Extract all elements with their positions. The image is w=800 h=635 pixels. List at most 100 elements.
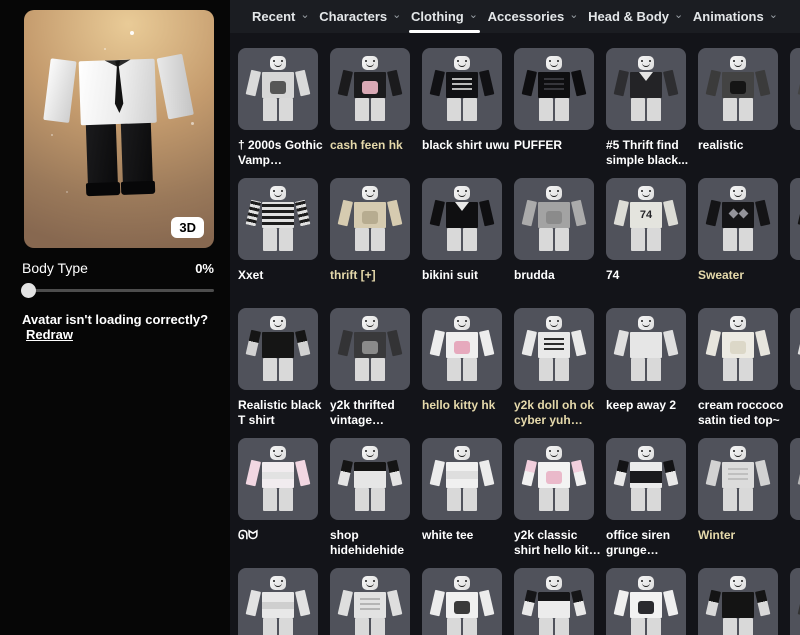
thumb-head: [638, 576, 654, 590]
thumb-graphic: [638, 600, 654, 614]
avatar-right-arm: [156, 53, 194, 120]
avatar-tie: [112, 61, 126, 113]
avatar-left-arm: [43, 58, 77, 123]
item-card[interactable]: hello kitty hk: [422, 308, 514, 432]
item-card[interactable]: PUFFER: [514, 48, 606, 172]
thumb-right-arm: [755, 329, 771, 357]
item-card[interactable]: y2k doll oh ok cyber yuh 200...: [514, 308, 606, 432]
chevron-down-icon: ⌄: [468, 9, 478, 21]
item-card[interactable]: [790, 438, 800, 562]
thumb-right-arm: [755, 199, 771, 227]
item-label: #5 Thrift find simple black...: [606, 138, 689, 167]
item-card[interactable]: shop hidehidehide: [330, 438, 422, 562]
thumb-left-arm: [613, 589, 629, 617]
item-thumbnail: [606, 308, 686, 390]
thumb-head: [454, 316, 470, 330]
thumb-right-leg: [739, 618, 753, 635]
item-card[interactable]: y2k classic shirt hello kitty pink: [514, 438, 606, 562]
thumb-left-leg: [355, 618, 369, 635]
tab-characters[interactable]: Characters ⌄: [317, 0, 403, 33]
slider-track[interactable]: [22, 289, 214, 292]
item-card[interactable]: office siren grunge 2000's...: [606, 438, 698, 562]
thumb-right-arm: [663, 589, 679, 617]
redraw-link[interactable]: Redraw: [26, 327, 73, 342]
item-card[interactable]: y2k thrifted vintage realism...: [330, 308, 422, 432]
thumb-left-leg: [447, 228, 461, 251]
item-card[interactable]: cream roccoco satin tied top~: [698, 308, 790, 432]
thumb-right-leg: [647, 618, 661, 635]
tab-animations[interactable]: Animations ⌄: [691, 0, 780, 33]
item-card[interactable]: [790, 308, 800, 432]
item-label: Xxet: [238, 268, 264, 282]
avatar-thumbnail: [698, 48, 778, 130]
thumb-left-leg: [723, 618, 737, 635]
thumb-print: [359, 597, 381, 611]
item-card[interactable]: [790, 568, 800, 635]
thumb-band: [262, 472, 294, 479]
tab-recent[interactable]: Recent ⌄: [250, 0, 312, 33]
item-card[interactable]: Xxet: [238, 178, 330, 302]
thumb-torso: [630, 72, 662, 98]
thumb-left-arm: [705, 199, 721, 227]
tab-accessories[interactable]: Accessories ⌄: [486, 0, 581, 33]
item-thumbnail: [790, 48, 800, 130]
thumb-left-arm: [521, 329, 537, 357]
item-card[interactable]: [698, 568, 790, 635]
item-card[interactable]: [790, 178, 800, 302]
item-card[interactable]: black shirt uwu: [422, 48, 514, 172]
item-card[interactable]: realistic: [698, 48, 790, 172]
tab-label: Accessories: [487, 9, 565, 24]
item-card[interactable]: [514, 568, 606, 635]
item-thumbnail: [422, 308, 502, 390]
avatar-thumbnail: [514, 568, 594, 635]
item-card[interactable]: Sweater: [698, 178, 790, 302]
slider-thumb[interactable]: [21, 283, 36, 298]
item-card[interactable]: brudda: [514, 178, 606, 302]
thumb-head: [362, 56, 378, 70]
item-card[interactable]: Realistic black T shirt: [238, 308, 330, 432]
item-thumbnail: [790, 438, 800, 520]
item-card[interactable]: [238, 568, 330, 635]
thumb-right-leg: [371, 98, 385, 121]
item-card[interactable]: white tee: [422, 438, 514, 562]
body-type-slider[interactable]: [21, 282, 214, 298]
item-card[interactable]: #5 Thrift find simple black...: [606, 48, 698, 172]
item-card[interactable]: 74 74: [606, 178, 698, 302]
thumb-left-arm: [521, 459, 537, 487]
item-card[interactable]: keep away 2: [606, 308, 698, 432]
3d-toggle-button[interactable]: 3D: [171, 217, 204, 238]
avatar-thumbnail: [698, 568, 778, 635]
thumb-right-arm: [479, 459, 495, 487]
thumb-left-leg: [263, 488, 277, 511]
item-card[interactable]: cash feen hk: [330, 48, 422, 172]
item-card[interactable]: [330, 568, 422, 635]
item-grid: † 2000s Gothic Vamp Thrifted... cash feen…: [230, 33, 800, 635]
item-label: cash feen hk: [330, 138, 403, 152]
thumb-head: [730, 446, 746, 460]
thumb-torso: [722, 462, 754, 488]
thumb-left-leg: [263, 358, 277, 381]
thumb-argyle: [738, 208, 749, 219]
thumb-print: [451, 77, 473, 91]
category-tabs: Recent ⌄ Characters ⌄ Clothing ⌄ Accessories ⌄ H…: [230, 0, 800, 33]
item-card[interactable]: bikini suit: [422, 178, 514, 302]
item-card[interactable]: thrift [+]: [330, 178, 422, 302]
avatar-thumbnail: [790, 438, 800, 520]
item-card[interactable]: ᘏᗢ: [238, 438, 330, 562]
tab-clothing[interactable]: Clothing ⌄: [409, 0, 480, 33]
item-thumbnail: [514, 48, 594, 130]
thumb-head: [454, 446, 470, 460]
item-card[interactable]: [606, 568, 698, 635]
thumb-torso: [446, 592, 478, 618]
item-thumbnail: [606, 568, 686, 635]
thumb-right-leg: [279, 228, 293, 251]
thumb-right-leg: [555, 98, 569, 121]
avatar-preview[interactable]: 3D: [24, 10, 214, 248]
item-card[interactable]: † 2000s Gothic Vamp Thrifted...: [238, 48, 330, 172]
item-card[interactable]: [422, 568, 514, 635]
tab-head-body[interactable]: Head & Body ⌄: [586, 0, 685, 33]
item-thumbnail: [330, 178, 410, 260]
item-card[interactable]: Winter: [698, 438, 790, 562]
item-thumbnail: [606, 438, 686, 520]
item-card[interactable]: [790, 48, 800, 172]
